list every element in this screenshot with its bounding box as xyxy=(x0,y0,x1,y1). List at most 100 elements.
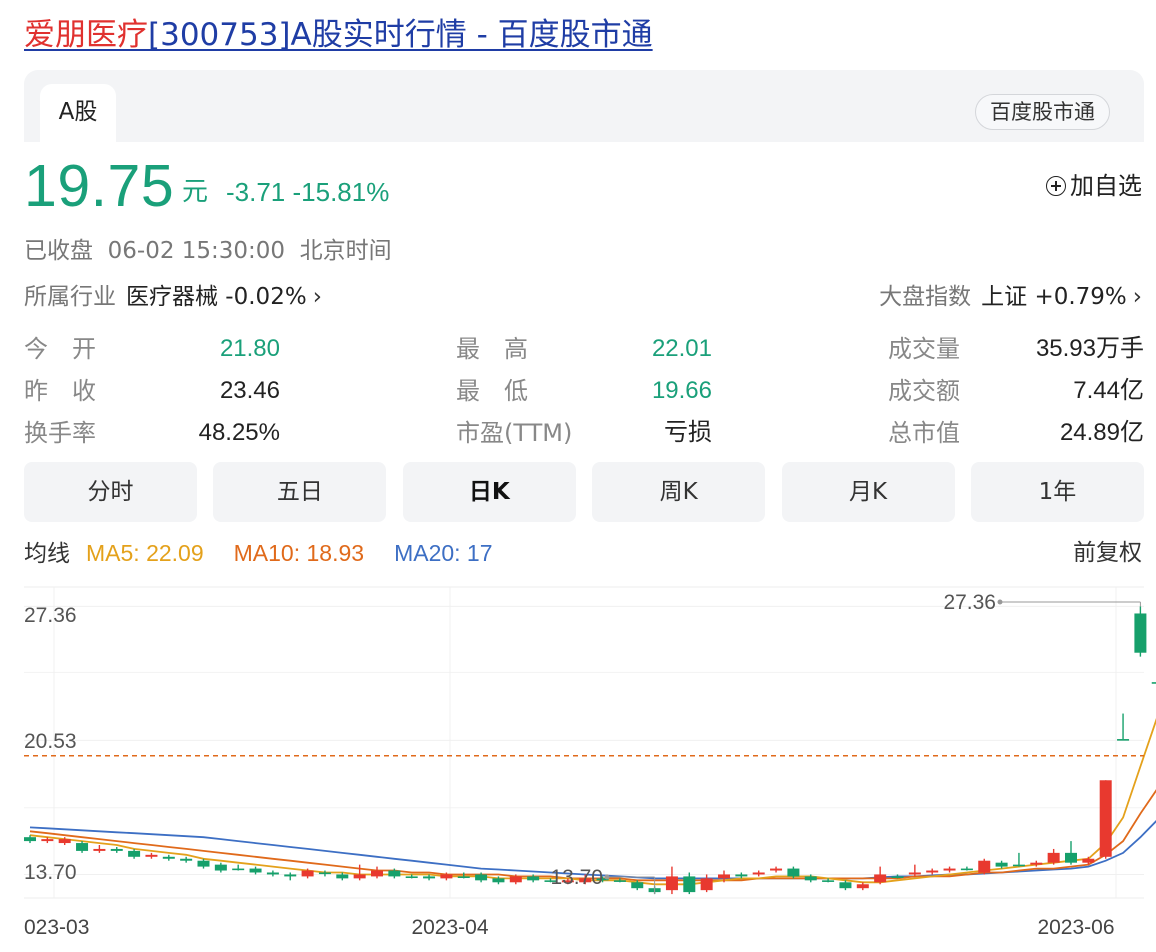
stat-label: 最 高 xyxy=(456,335,528,363)
candle-down xyxy=(475,874,488,881)
tab-one-year[interactable]: 1年 xyxy=(970,462,1144,522)
ma5-value: MA5: 22.09 xyxy=(86,540,204,566)
candle-up xyxy=(770,868,783,871)
candle-up xyxy=(908,872,921,875)
stat-value: 35.93万手 xyxy=(1035,335,1144,362)
stat-value: 亏损 xyxy=(664,419,712,446)
candle-down xyxy=(405,876,418,879)
stat-label: 昨 收 xyxy=(24,377,96,405)
tab-monthly-k[interactable]: 月K xyxy=(781,462,955,522)
candle-down xyxy=(110,848,123,851)
candle-down xyxy=(1065,852,1077,863)
candle-up xyxy=(353,874,366,879)
change-percent: -15.81% xyxy=(292,177,390,207)
adjust-mode-button[interactable]: 前复权 xyxy=(1073,536,1142,570)
stat-value: 7.44亿 xyxy=(1073,377,1144,404)
candle-up xyxy=(752,872,765,875)
tab-a-share[interactable]: A股 xyxy=(40,84,116,142)
high-marker-dot xyxy=(997,599,1003,605)
price-change: -3.71 -15.81% xyxy=(226,174,389,210)
candle-down xyxy=(266,872,279,875)
low-marker-label: 13.70 xyxy=(550,866,603,889)
candle-up xyxy=(93,848,106,851)
stat-value: 21.80 xyxy=(219,335,280,362)
candle-up xyxy=(509,876,522,883)
candle-down xyxy=(162,856,175,859)
candle-up xyxy=(1082,858,1095,863)
candle-up xyxy=(58,839,71,844)
stat-value: 23.46 xyxy=(219,377,280,404)
stat-value: 22.01 xyxy=(651,335,712,362)
candles xyxy=(24,606,1156,895)
ma5-line xyxy=(29,717,1156,886)
candle-up xyxy=(856,884,869,889)
stat-value: 48.25% xyxy=(198,419,280,446)
candle-down xyxy=(24,837,36,842)
tab-intraday[interactable]: 分时 xyxy=(24,462,197,522)
stat-row: 昨 收 23.46 最 低 19.66 成交额 7.44亿 xyxy=(24,370,1144,412)
candle-up xyxy=(41,839,54,842)
candle-down xyxy=(197,860,210,867)
candle-down xyxy=(457,876,470,879)
candle-up xyxy=(718,874,730,879)
candle-down xyxy=(214,864,227,871)
current-price: 19.75 xyxy=(24,153,175,219)
stat-label: 成交额 xyxy=(888,377,960,405)
candle-down xyxy=(891,876,904,879)
candle-down xyxy=(232,868,245,871)
ma20-value: MA20: 17 xyxy=(394,540,493,566)
candle-up xyxy=(1030,862,1043,865)
candle-up xyxy=(874,874,887,883)
candle-down xyxy=(787,868,800,877)
chevron-right-icon: › xyxy=(312,284,322,310)
stock-quote-page: 爱朋医疗[300753]A股实时行情 - 百度股市通 A股 百度股市通 19.7… xyxy=(0,0,1156,952)
candle-down xyxy=(960,868,973,871)
candle-up xyxy=(926,870,939,873)
candle-down xyxy=(76,843,89,851)
market-index-link[interactable]: 大盘指数 上证 +0.79% › xyxy=(879,280,1142,314)
tab-daily-k[interactable]: 日K xyxy=(402,462,576,522)
market-status: 已收盘 06-02 15:30:00 北京时间 xyxy=(24,238,392,264)
candle-up xyxy=(700,878,713,891)
candle-down xyxy=(128,850,141,857)
brand-badge[interactable]: 百度股市通 xyxy=(975,94,1110,130)
kline-chart[interactable]: 27.36 20.53 13.70 023-03 2023-04 2023-06… xyxy=(0,586,1156,952)
candle-down xyxy=(1134,613,1147,653)
industry-link[interactable]: 所属行业 医疗器械 -0.02% › xyxy=(24,280,322,314)
y-tick-label: 20.53 xyxy=(24,730,77,753)
candle-down xyxy=(1117,739,1130,741)
candle-up xyxy=(943,868,956,871)
price-unit: 元 xyxy=(182,177,209,207)
quote-stats-grid: 今 开 21.80 最 高 22.01 成交量 35.93万手 昨 收 23.4… xyxy=(24,328,1144,458)
candle-up xyxy=(145,854,158,857)
add-watchlist-button[interactable]: 加自选 xyxy=(1046,168,1142,204)
candle-down xyxy=(613,880,626,882)
stat-row: 换手率 48.25% 市盈(TTM) 亏损 总市值 24.89亿 xyxy=(24,412,1144,454)
candle-down xyxy=(423,876,436,879)
stat-label: 最 低 xyxy=(456,377,528,405)
candle-down xyxy=(318,872,331,875)
candle-down xyxy=(683,876,696,893)
tab-weekly-k[interactable]: 周K xyxy=(592,462,766,522)
chevron-right-icon: › xyxy=(1132,284,1142,310)
page-title-link[interactable]: 爱朋医疗[300753]A股实时行情 - 百度股市通 xyxy=(24,12,653,58)
candle-down xyxy=(839,882,852,889)
candle-down xyxy=(336,874,349,879)
stat-label: 总市值 xyxy=(888,419,960,447)
stat-label: 成交量 xyxy=(888,335,960,363)
title-rest[interactable]: [300753]A股实时行情 - 百度股市通 xyxy=(148,17,653,53)
stat-label: 今 开 xyxy=(24,335,96,363)
extreme-markers xyxy=(604,599,1141,895)
y-tick-label: 13.70 xyxy=(24,861,77,884)
ma10-value: MA10: 18.93 xyxy=(233,540,365,566)
candle-up xyxy=(301,870,314,877)
title-stock-name[interactable]: 爱朋医疗 xyxy=(24,17,148,53)
y-tick-label: 27.36 xyxy=(24,604,77,627)
chart-grid xyxy=(24,586,1144,899)
stat-value: 24.89亿 xyxy=(1059,419,1144,446)
index-value: 上证 +0.79% xyxy=(981,284,1127,310)
candle-up xyxy=(1099,780,1112,857)
candle-down xyxy=(249,868,262,873)
add-watchlist-label: 加自选 xyxy=(1070,172,1142,200)
tab-five-day[interactable]: 五日 xyxy=(213,462,387,522)
